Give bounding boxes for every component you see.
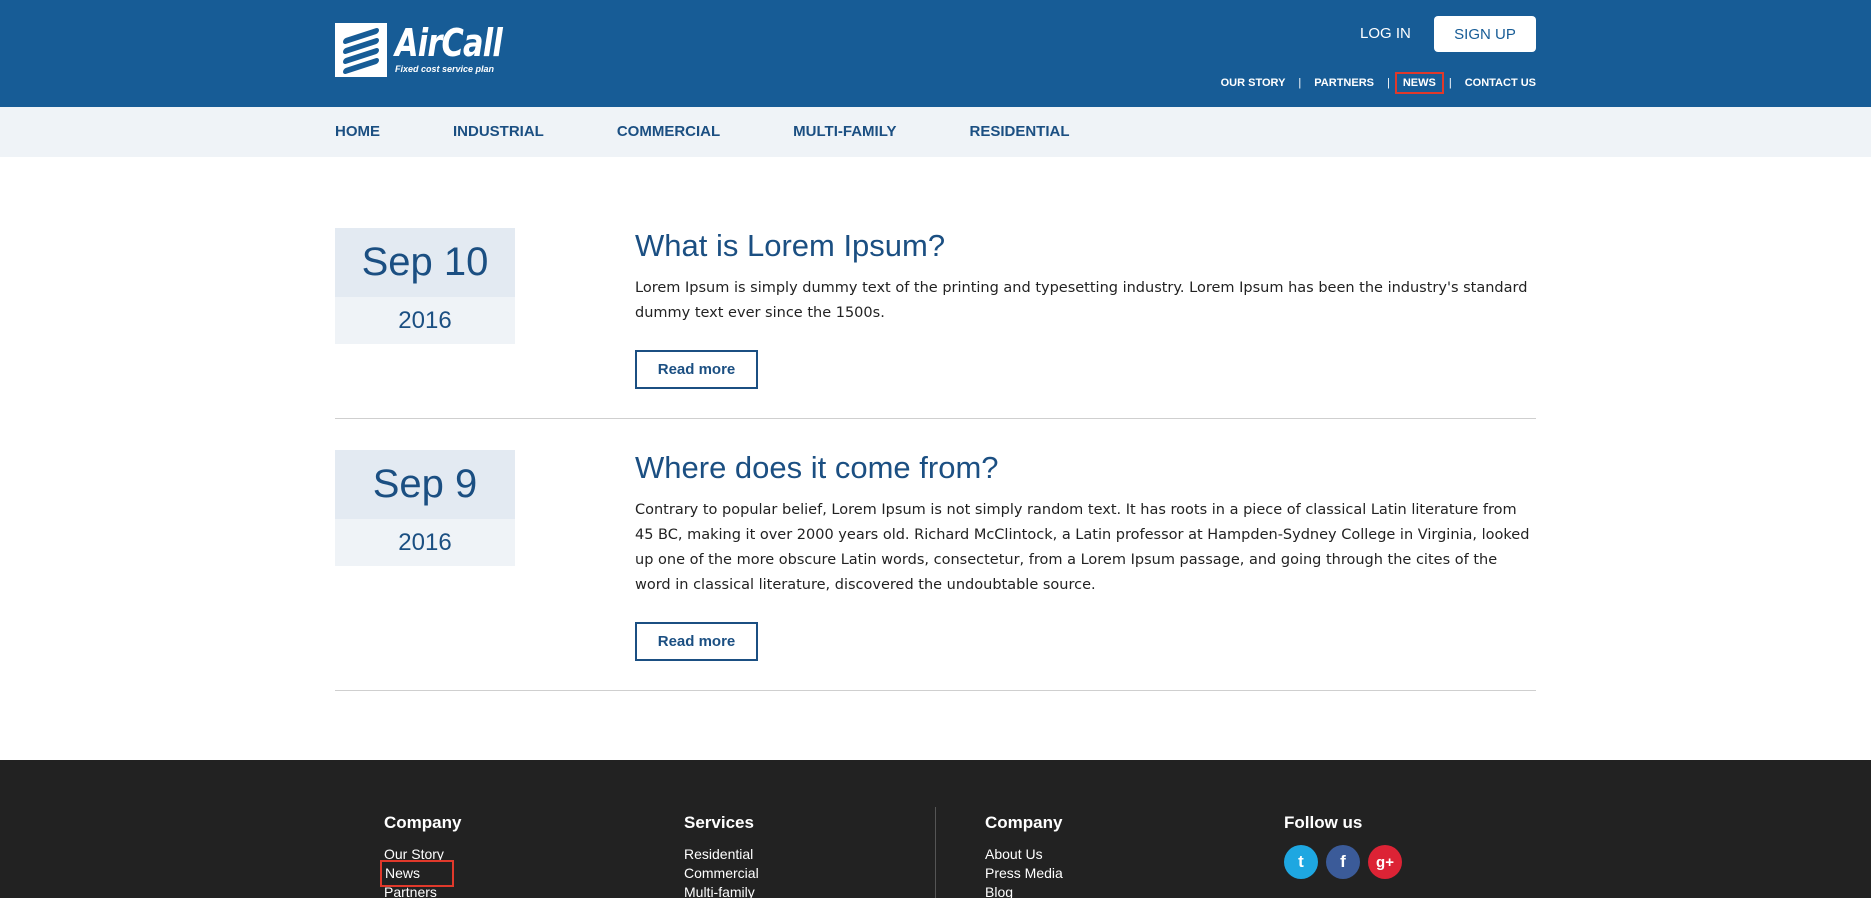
date-day: Sep 9 <box>335 450 515 519</box>
footer-link-press-media[interactable]: Press Media <box>985 864 1063 883</box>
footer-column-title: Company <box>384 813 462 832</box>
facebook-icon[interactable]: f <box>1326 845 1360 879</box>
util-nav-our-story[interactable]: OUR STORY <box>1221 77 1286 89</box>
utility-nav: OUR STORY | PARTNERS | NEWS | CONTACT US <box>1221 72 1536 94</box>
article-title[interactable]: What is Lorem Ipsum? <box>635 228 1536 264</box>
logo-name: AirCall <box>395 21 503 65</box>
footer-link-partners[interactable]: Partners <box>384 883 461 898</box>
footer-link-our-story[interactable]: Our Story <box>384 845 461 864</box>
nav-residential[interactable]: RESIDENTIAL <box>969 123 1069 140</box>
article-body: Lorem Ipsum is simply dummy text of the … <box>635 280 1528 321</box>
util-nav-contact-us[interactable]: CONTACT US <box>1465 77 1536 89</box>
signup-button[interactable]: SIGN UP <box>1434 16 1536 52</box>
footer-link-multi-family[interactable]: Multi-family <box>684 883 759 898</box>
date-day: Sep 10 <box>335 228 515 297</box>
footer-services-column: Services Residential Commercial Multi-fa… <box>684 813 759 898</box>
article-title[interactable]: Where does it come from? <box>635 450 1536 486</box>
date-year: 2016 <box>335 519 515 566</box>
footer-company-column: Company Our Story News Partners <box>380 813 462 898</box>
util-nav-news[interactable]: NEWS <box>1394 72 1444 94</box>
article-body: Contrary to popular belief, Lorem Ipsum … <box>635 502 1530 593</box>
footer-follow-column: Follow us t f g+ <box>1284 813 1402 879</box>
footer-link-news[interactable]: News <box>380 860 454 887</box>
util-nav-separator: | <box>1386 77 1390 89</box>
aircall-logo[interactable]: AirCall Fixed cost service plan <box>335 23 529 77</box>
top-header: AirCall Fixed cost service plan LOG IN S… <box>0 0 1871 107</box>
footer-link-residential[interactable]: Residential <box>684 845 759 864</box>
divider <box>335 690 1536 691</box>
footer-link-commercial[interactable]: Commercial <box>684 864 759 883</box>
footer-column-title: Services <box>684 813 754 832</box>
nav-home[interactable]: HOME <box>335 123 380 140</box>
footer-link-blog[interactable]: Blog <box>985 883 1063 898</box>
login-link[interactable]: LOG IN <box>1360 25 1411 42</box>
footer-divider <box>935 807 936 898</box>
footer-link-about-us[interactable]: About Us <box>985 845 1063 864</box>
divider <box>335 418 1536 419</box>
footer: Company Our Story News Partners Services… <box>0 760 1871 898</box>
footer-column-title: Follow us <box>1284 813 1363 832</box>
twitter-icon[interactable]: t <box>1284 845 1318 879</box>
footer-company-column-2: Company About Us Press Media Blog <box>985 813 1063 898</box>
nav-multi-family[interactable]: MULTI-FAMILY <box>793 123 896 140</box>
read-more-button[interactable]: Read more <box>635 350 758 389</box>
util-nav-separator: | <box>1298 77 1302 89</box>
news-article: Sep 9 2016 Where does it come from? Cont… <box>335 450 1536 661</box>
news-article: Sep 10 2016 What is Lorem Ipsum? Lorem I… <box>335 228 1536 389</box>
logo-icon <box>335 23 387 77</box>
date-year: 2016 <box>335 297 515 344</box>
nav-industrial[interactable]: INDUSTRIAL <box>453 123 544 140</box>
main-nav: HOME INDUSTRIAL COMMERCIAL MULTI-FAMILY … <box>0 107 1871 157</box>
nav-commercial[interactable]: COMMERCIAL <box>617 123 720 140</box>
date-badge: Sep 9 2016 <box>335 450 515 566</box>
date-badge: Sep 10 2016 <box>335 228 515 344</box>
util-nav-partners[interactable]: PARTNERS <box>1314 77 1374 89</box>
logo-tagline: Fixed cost service plan <box>395 64 495 74</box>
util-nav-separator: | <box>1448 77 1452 89</box>
google-plus-icon[interactable]: g+ <box>1368 845 1402 879</box>
read-more-button[interactable]: Read more <box>635 622 758 661</box>
footer-column-title: Company <box>985 813 1063 832</box>
